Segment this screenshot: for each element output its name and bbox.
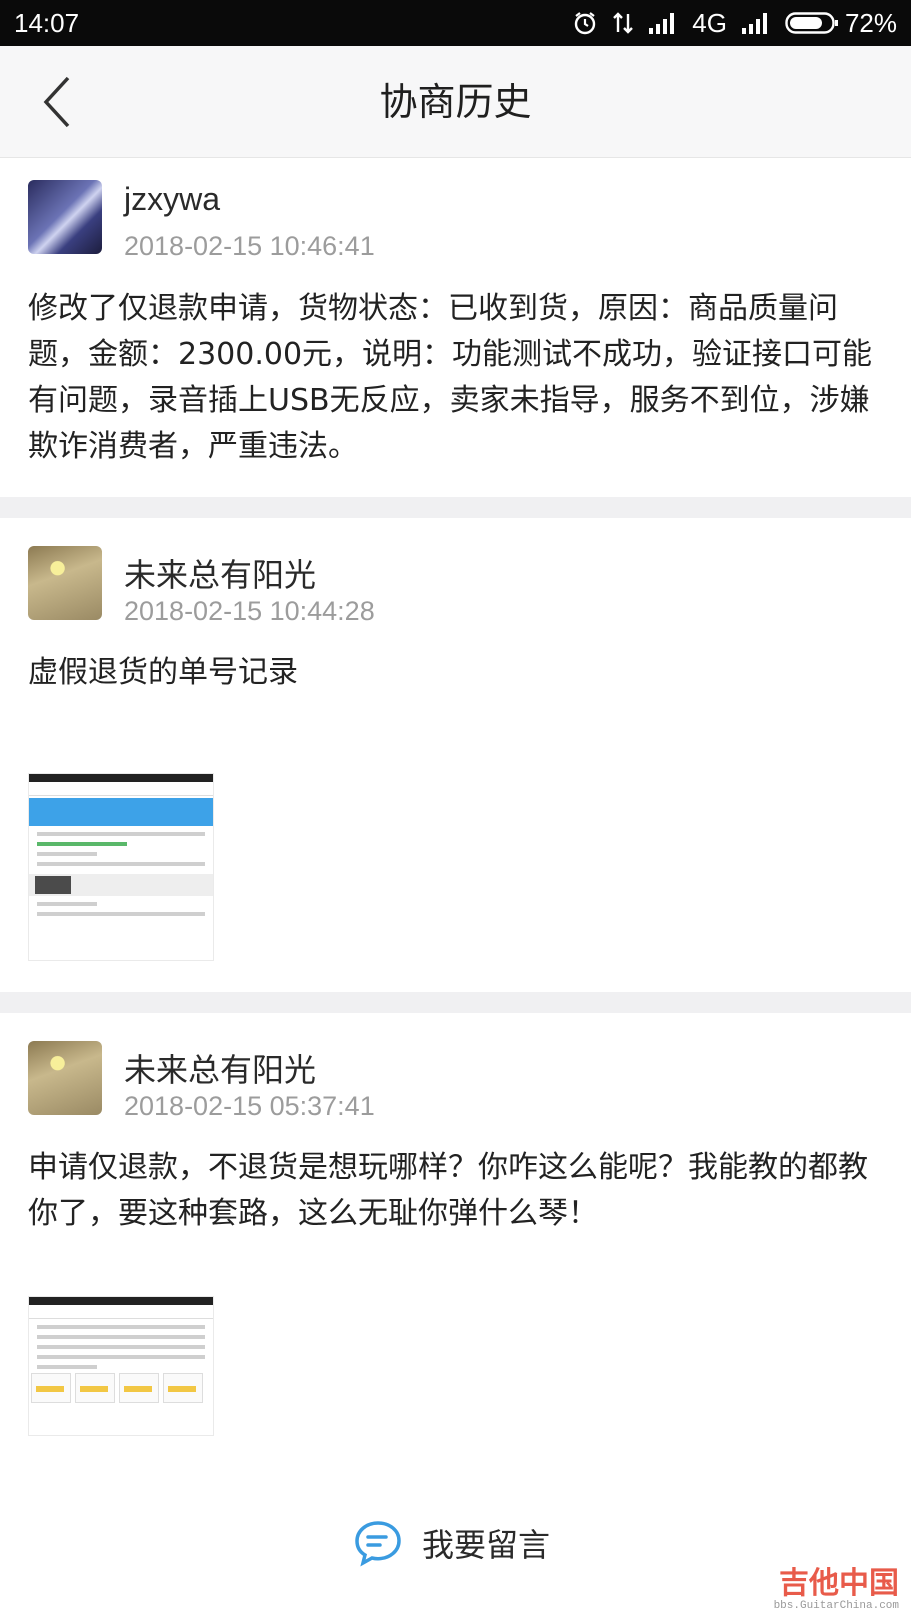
watermark-text: 吉他中国 [779, 1567, 899, 1600]
nav-header: 协商历史 [0, 46, 911, 158]
leave-message-label: 我要留言 [422, 1526, 551, 1564]
signal-icon [648, 11, 678, 35]
battery-percent: 72% [844, 7, 897, 38]
timestamp: 2018-02-15 05:37:41 [124, 1091, 375, 1121]
history-entry: jzxywa 2018-02-15 10:46:41 修改了仅退款申请，货物状态… [0, 159, 911, 497]
chat-bubble-icon [355, 1521, 401, 1567]
timestamp: 2018-02-15 10:44:28 [124, 596, 375, 626]
watermark: 吉他中国 bbs.GuitarChina.com [749, 1558, 899, 1612]
battery: 72% [785, 8, 897, 39]
network-type: 4G [692, 7, 727, 38]
history-entry: 未来总有阳光 2018-02-15 05:37:41 申请仅退款，不退货是想玩哪… [0, 1013, 911, 1486]
footer: 我要留言 吉他中国 bbs.GuitarChina.com [0, 1486, 911, 1620]
divider [0, 992, 911, 1013]
watermark-sub: bbs.GuitarChina.com [773, 1600, 899, 1612]
history-entry: 未来总有阳光 2018-02-15 10:44:28 虚假退货的单号记录 [0, 518, 911, 992]
user-name: 未来总有阳光 [124, 1052, 317, 1088]
status-bar: 14:07 4G 72% [0, 0, 911, 46]
message-text: 虚假退货的单号记录 [28, 655, 298, 690]
leave-message-button[interactable]: 我要留言 [354, 1508, 550, 1578]
avatar[interactable] [28, 1041, 102, 1115]
alarm-icon [572, 10, 598, 36]
page-title: 协商历史 [379, 80, 532, 124]
divider [0, 497, 911, 518]
avatar[interactable] [28, 546, 102, 620]
timestamp: 2018-02-15 10:46:41 [124, 231, 375, 261]
message-text: 申请仅退款，不退货是想玩哪样？你咋这么能呢？我能教的都教你了，要这种套路，这么无… [28, 1150, 868, 1231]
attachment-image[interactable] [28, 1296, 214, 1436]
signal-icon-2 [741, 11, 771, 35]
user-name: 未来总有阳光 [124, 557, 317, 593]
status-icons: 4G 72% [572, 8, 897, 39]
status-time: 14:07 [14, 7, 80, 38]
message-text: 修改了仅退款申请，货物状态：已收到货，原因：商品质量问题，金额：2300.00元… [28, 291, 873, 464]
user-name: jzxywa [124, 181, 221, 217]
avatar[interactable] [28, 180, 102, 254]
battery-icon [785, 12, 838, 34]
attachment-image[interactable] [28, 773, 214, 961]
data-transfer-icon [612, 10, 634, 36]
